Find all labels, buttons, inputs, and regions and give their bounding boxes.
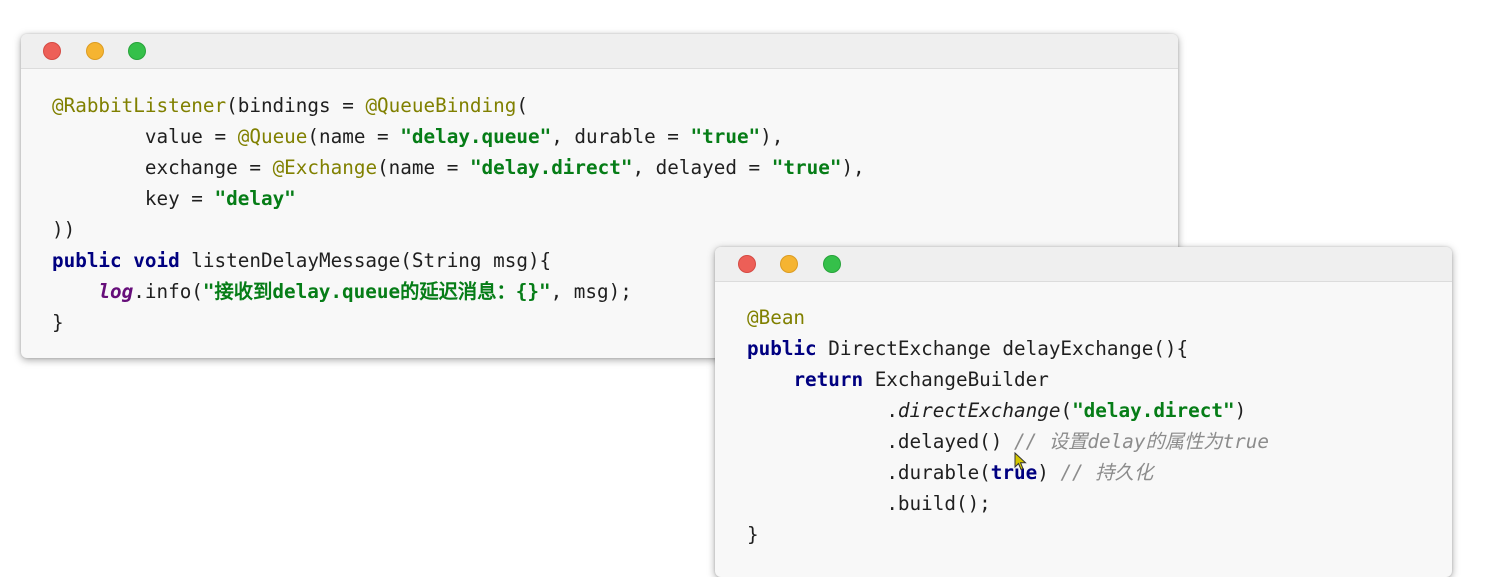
code-line: exchange = @Exchange(name = "delay.direc…: [144, 156, 865, 179]
code-window-bean: @Bean public DirectExchange delayExchange…: [715, 247, 1452, 577]
code-line: .directExchange("delay.direct"): [886, 399, 1247, 422]
zoom-dot-icon[interactable]: [823, 255, 841, 273]
code-block-bean: @Bean public DirectExchange delayExchange…: [747, 302, 1269, 550]
code-line: value = @Queue(name = "delay.queue", dur…: [144, 125, 784, 148]
code-line: )): [52, 218, 76, 241]
window-titlebar: [21, 34, 1178, 69]
code-line: @RabbitListener(bindings = @QueueBinding…: [52, 94, 528, 117]
code-line: public DirectExchange delayExchange(){: [747, 337, 1189, 360]
zoom-dot-icon[interactable]: [128, 42, 146, 60]
close-dot-icon[interactable]: [738, 255, 756, 273]
code-line: @Bean: [747, 306, 806, 329]
code-line: key = "delay": [144, 187, 296, 210]
close-dot-icon[interactable]: [43, 42, 61, 60]
minimize-dot-icon[interactable]: [780, 255, 798, 273]
window-titlebar: [715, 247, 1452, 282]
code-line: .delayed() // 设置delay的属性为true: [886, 430, 1270, 453]
code-line: return ExchangeBuilder: [793, 368, 1049, 391]
code-line: .durable(true) // 持久化: [886, 461, 1154, 484]
code-line: }: [747, 523, 759, 546]
mouse-cursor-icon: [1014, 452, 1027, 471]
minimize-dot-icon[interactable]: [86, 42, 104, 60]
code-line: .build();: [886, 492, 991, 515]
